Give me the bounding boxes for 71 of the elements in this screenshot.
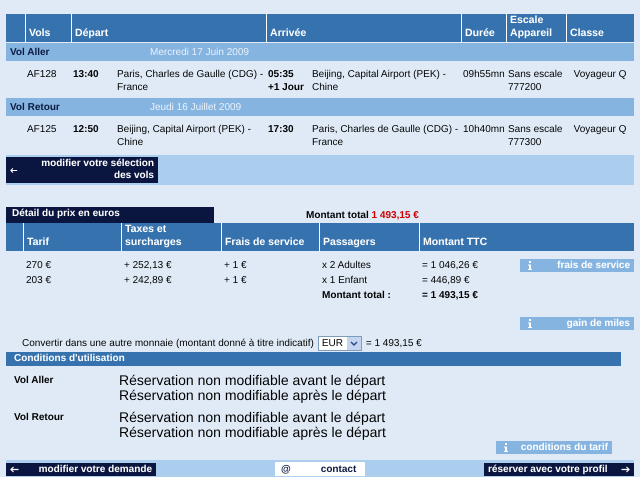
- book-button[interactable]: réserver avec votre profil: [484, 462, 634, 476]
- arrival-time: 05:35: [268, 69, 294, 80]
- column-header: Vols: [25, 14, 71, 42]
- column-header: Frais de service: [221, 223, 319, 251]
- departure-time: 12:50: [73, 123, 100, 137]
- header-cell: [6, 14, 25, 42]
- contact-button[interactable]: @ contact: [275, 462, 365, 476]
- table-cell-text: + 252,13 €: [123, 259, 173, 273]
- converted-amount: = 1 493,15 €: [366, 338, 422, 348]
- arrow-left-icon: [10, 466, 19, 472]
- column-header: Classe: [566, 14, 634, 42]
- table-cell-text: x 1 Enfant: [321, 274, 368, 288]
- column-header: Taxes et surcharges: [121, 223, 221, 251]
- info-icon: [528, 319, 532, 328]
- total-label: Montant total :: [321, 289, 392, 303]
- duration: 10h40mn: [463, 124, 505, 135]
- stops: Sans escale: [508, 124, 562, 135]
- table-cell-text: 270 €: [25, 259, 52, 273]
- column-header: Arrivée: [266, 14, 461, 42]
- header-cell: [6, 223, 23, 251]
- leg-label: Vol Aller: [13, 374, 54, 388]
- condition-text: Réservation non modifiable après le départ: [119, 425, 386, 440]
- modify-selection-button[interactable]: modifier votre sélection des vols: [6, 157, 158, 183]
- aircraft: 777200: [508, 82, 542, 93]
- column-header: Tarif: [23, 223, 121, 251]
- aircraft: 777300: [508, 137, 542, 148]
- leg-date: Mercredi 17 Juin 2009: [150, 46, 249, 58]
- modify-request-button[interactable]: modifier votre demande: [6, 462, 156, 476]
- arrival-place: Beijing, Capital Airport (PEK) - Chine: [312, 68, 447, 94]
- arrival-day: +1 Jour: [268, 82, 304, 93]
- info-icon: [528, 261, 532, 270]
- arrow-right-icon: [621, 466, 630, 472]
- conditions-title: Conditions d'utilisation: [6, 352, 621, 366]
- total-value: = 1 493,15 €: [421, 289, 479, 303]
- arrow-left-icon: [10, 166, 18, 174]
- flight-number: AF128: [26, 68, 58, 82]
- leg-date: Jeudi 16 Juillet 2009: [150, 102, 242, 112]
- column-header: Escale Appareil: [506, 14, 566, 42]
- departure-place: Paris, Charles de Gaulle (CDG) - France: [117, 68, 264, 94]
- table-cell-text: = 446,89 €: [421, 274, 471, 288]
- leg-label: Vol Retour: [9, 102, 61, 112]
- table-cell-text: + 1 €: [223, 274, 248, 288]
- travel-class: Voyageur Q: [574, 69, 626, 80]
- converter-label: Convertir dans une autre monnaie (montant donné à titre indicatif): [22, 338, 314, 348]
- chevron-down-icon: [350, 340, 358, 346]
- departure-time: 13:40: [73, 68, 100, 82]
- condition-text: Réservation non modifiable avant le départ: [119, 410, 386, 425]
- column-header: Départ: [71, 14, 266, 42]
- duration: 09h55mn: [463, 69, 505, 80]
- table-cell-text: + 242,89 €: [123, 274, 173, 288]
- currency-dropdown[interactable]: EUR: [318, 336, 362, 350]
- departure-place: Beijing, Capital Airport (PEK) - Chine: [117, 123, 252, 149]
- table-cell-text: = 1 046,26 €: [421, 259, 479, 273]
- leg-label: Vol Aller: [9, 46, 50, 58]
- column-header: Durée: [461, 14, 506, 42]
- stops: Sans escale: [508, 69, 562, 80]
- column-header: Passagers: [319, 223, 419, 251]
- travel-class: Voyageur Q: [574, 124, 626, 135]
- arrival-place: Paris, Charles de Gaulle (CDG) - France: [312, 123, 459, 149]
- flight-number: AF125: [26, 123, 58, 137]
- price-title: Détail du prix en euros: [6, 207, 214, 223]
- arrival-time: 17:30: [268, 124, 294, 135]
- table-cell-text: x 2 Adultes: [321, 259, 372, 273]
- total-amount: Montant total 1 493,15 €: [306, 210, 419, 220]
- table-cell-text: + 1 €: [223, 259, 248, 273]
- info-icon: [504, 443, 508, 452]
- condition-text: Réservation non modifiable après le départ: [119, 388, 386, 403]
- column-header: Montant TTC: [419, 223, 519, 251]
- condition-text: Réservation non modifiable avant le départ: [119, 373, 386, 388]
- table-cell-text: 203 €: [25, 274, 52, 288]
- leg-label: Vol Retour: [13, 411, 65, 425]
